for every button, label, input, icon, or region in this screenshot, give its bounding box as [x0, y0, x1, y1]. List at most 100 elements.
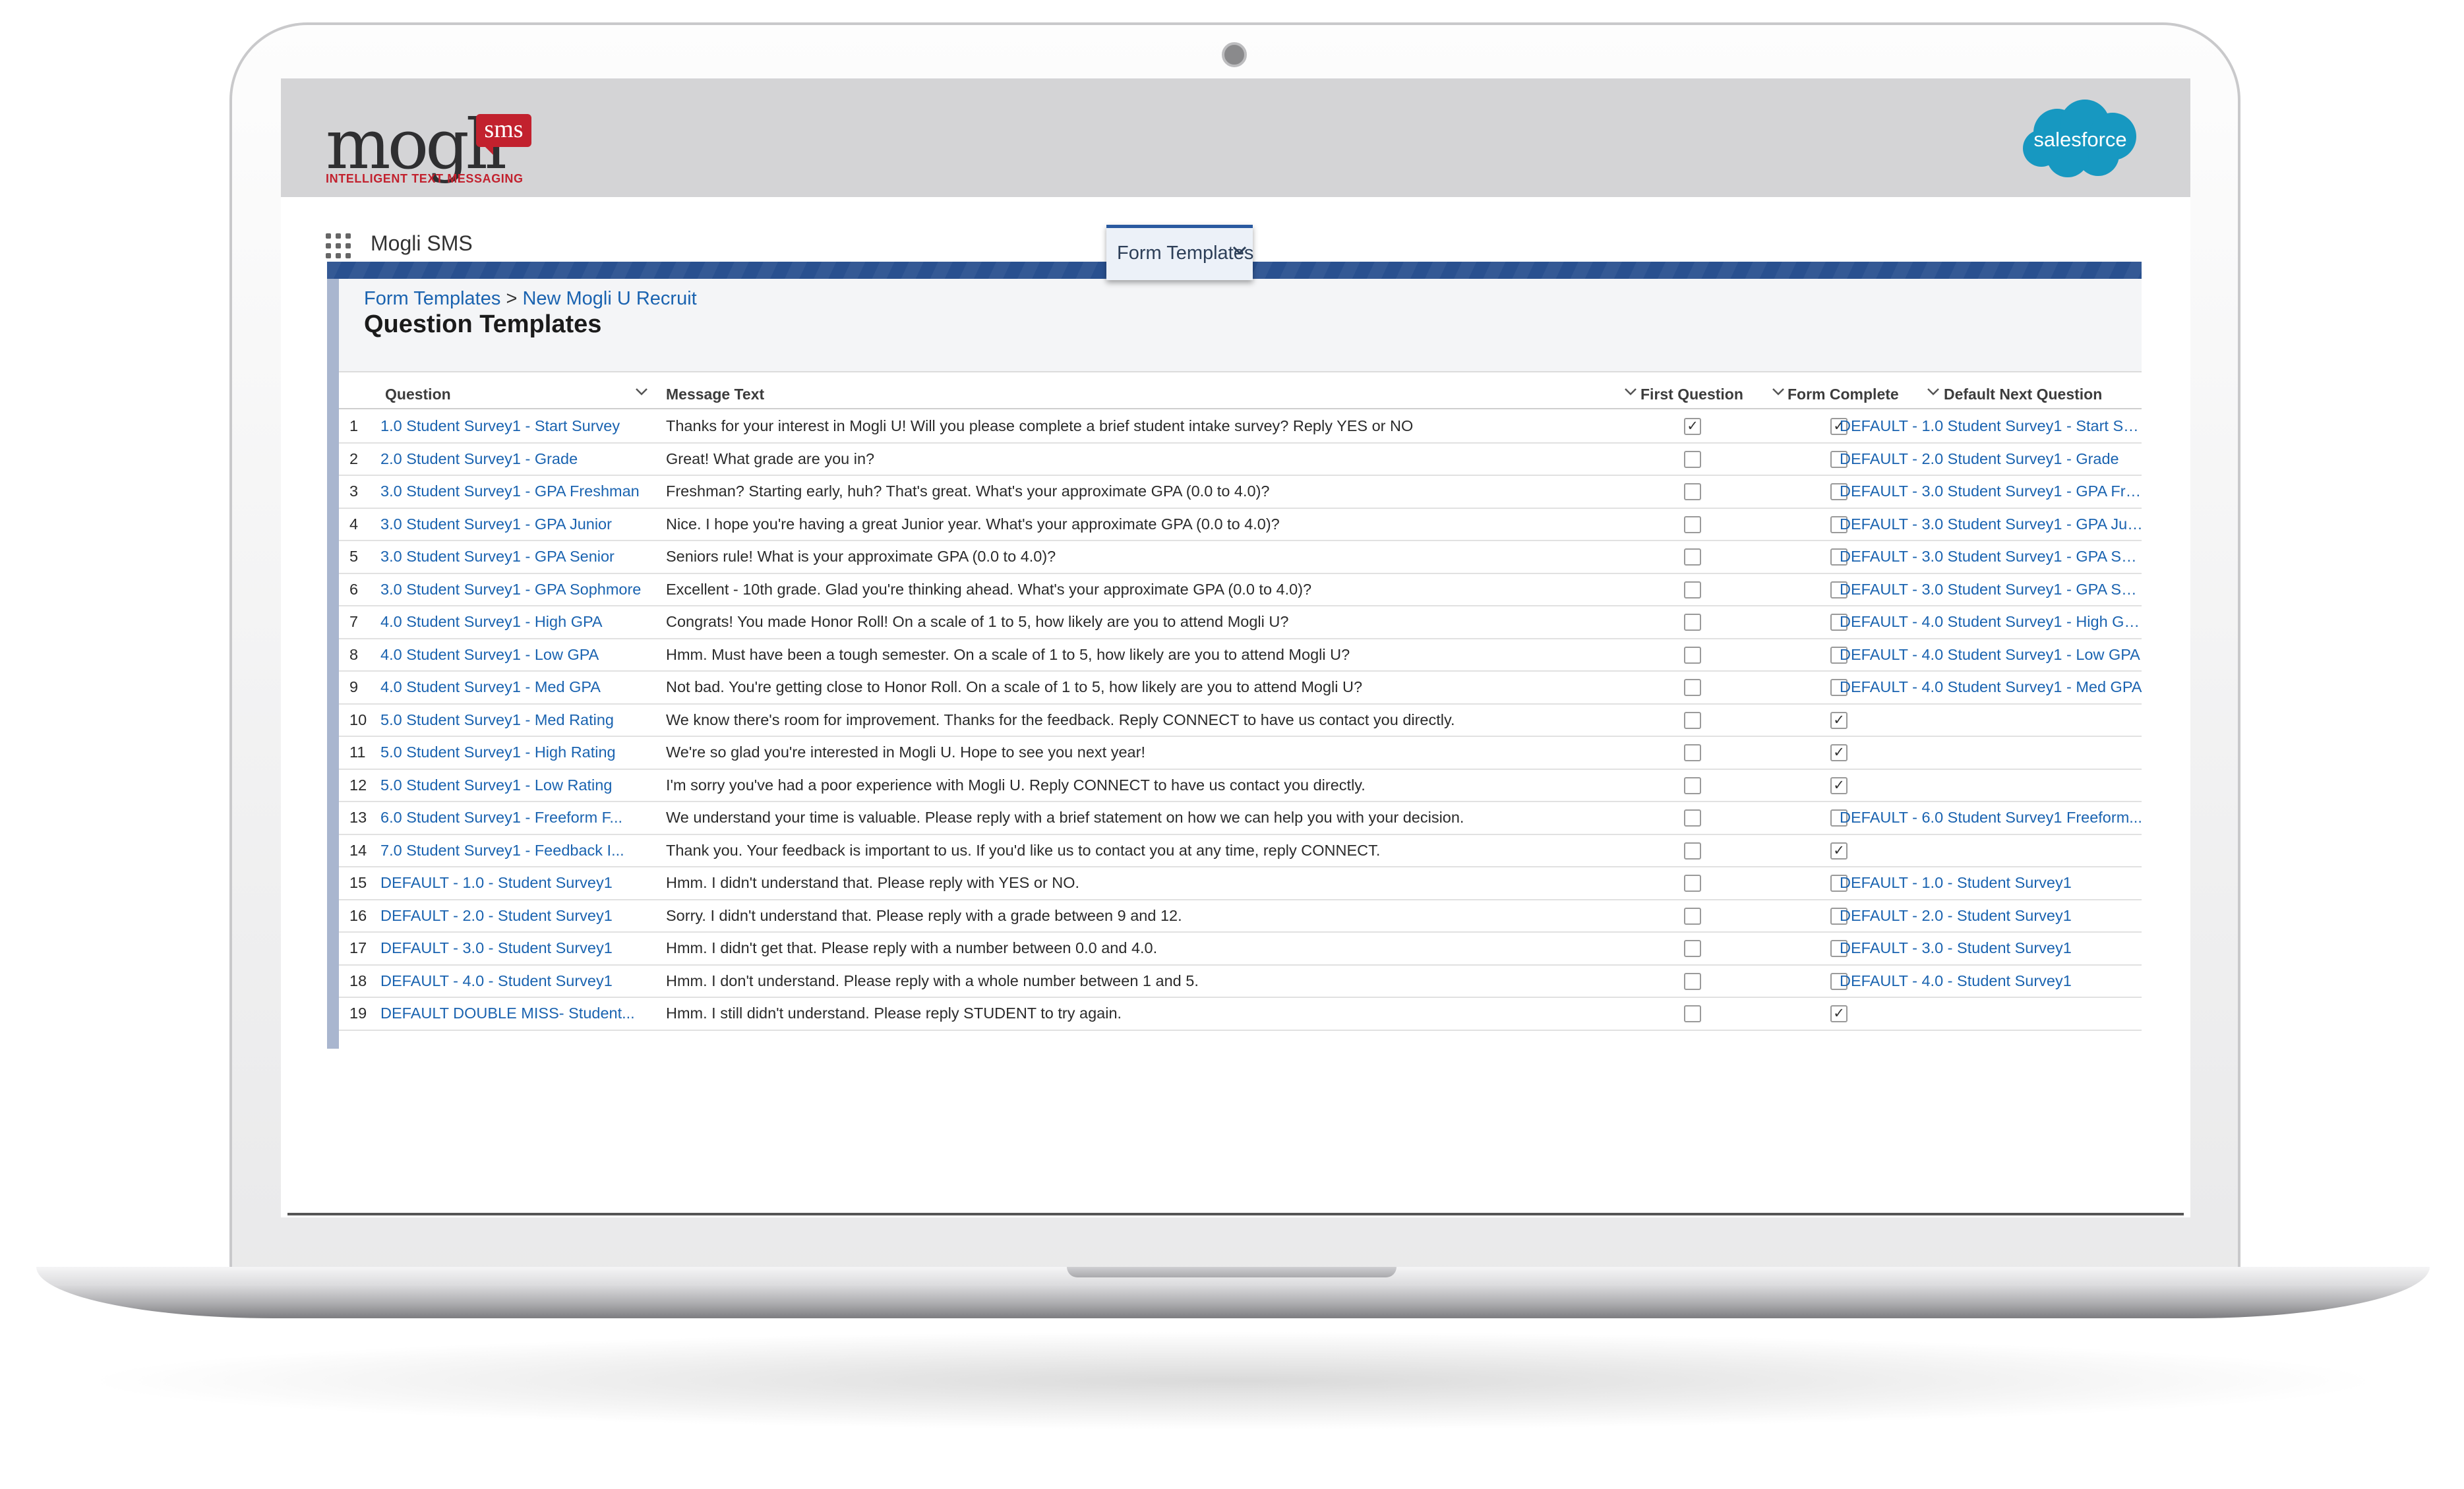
- question-link[interactable]: 7.0 Student Survey1 - Feedback I...: [380, 842, 654, 860]
- default-next-question-link[interactable]: DEFAULT - 4.0 Student Survey1 - Low GPA: [1840, 646, 2143, 664]
- chevron-down-icon[interactable]: [634, 383, 649, 405]
- first-question-checkbox[interactable]: [1684, 907, 1701, 925]
- table-row[interactable]: 16 DEFAULT - 2.0 - Student Survey1 Sorry. …: [339, 899, 2142, 933]
- question-link[interactable]: 5.0 Student Survey1 - Med Rating: [380, 711, 654, 729]
- default-next-question-link[interactable]: DEFAULT - 3.0 - Student Survey1: [1840, 939, 2143, 957]
- question-link[interactable]: 3.0 Student Survey1 - GPA Sophmore: [380, 581, 654, 599]
- row-number: 8: [349, 645, 359, 663]
- first-question-checkbox[interactable]: [1684, 581, 1701, 599]
- page-title: Question Templates: [364, 310, 602, 338]
- row-number: 13: [349, 809, 367, 826]
- message-text: Congrats! You made Honor Roll! On a scal…: [666, 613, 1289, 630]
- default-next-question-link[interactable]: DEFAULT - 3.0 Student Survey1 - GPA Sop.…: [1840, 581, 2143, 599]
- first-question-checkbox[interactable]: [1684, 744, 1701, 761]
- column-header-default-next-question[interactable]: Default Next Question: [1944, 386, 2102, 403]
- table-row[interactable]: 18 DEFAULT - 4.0 - Student Survey1 Hmm. I …: [339, 964, 2143, 998]
- first-question-checkbox[interactable]: [1684, 842, 1701, 860]
- chevron-down-icon[interactable]: [1771, 383, 1786, 405]
- salesforce-wordmark: salesforce: [2033, 128, 2127, 151]
- first-question-checkbox[interactable]: ✓: [1684, 418, 1701, 435]
- first-question-checkbox[interactable]: [1684, 875, 1701, 892]
- table-row[interactable]: 8 4.0 Student Survey1 - Low GPA Hmm. Must …: [339, 638, 2142, 672]
- breadcrumb-form-templates[interactable]: Form Templates: [364, 288, 500, 309]
- row-number: 17: [349, 939, 367, 956]
- table-row[interactable]: 4 3.0 Student Survey1 - GPA Junior Nice. I…: [339, 508, 2143, 541]
- table-row[interactable]: 2 2.0 Student Survey1 - Grade Great! What …: [339, 442, 2143, 476]
- chevron-down-icon[interactable]: [1926, 383, 1940, 405]
- default-next-question-link[interactable]: DEFAULT - 2.0 Student Survey1 - Grade: [1840, 450, 2143, 468]
- table-row[interactable]: 17 DEFAULT - 3.0 - Student Survey1 Hmm. I …: [339, 931, 2142, 966]
- form-complete-checkbox[interactable]: ✓: [1830, 711, 1848, 729]
- tab-form-templates[interactable]: Form Templates: [1106, 225, 1253, 280]
- table-row[interactable]: 6 3.0 Student Survey1 - GPA Sophmore Excel…: [339, 573, 2143, 606]
- table-row[interactable]: 14 7.0 Student Survey1 - Feedback I... Tha…: [339, 834, 2142, 867]
- message-text: Hmm. I didn't get that. Please reply wit…: [666, 939, 1158, 956]
- default-next-question-link[interactable]: DEFAULT - 4.0 Student Survey1 - Med GPA: [1840, 678, 2143, 696]
- first-question-checkbox[interactable]: [1684, 809, 1701, 827]
- question-link[interactable]: 3.0 Student Survey1 - GPA Junior: [380, 515, 654, 533]
- first-question-checkbox[interactable]: [1684, 450, 1701, 468]
- table-row[interactable]: 19 DEFAULT DOUBLE MISS- Student... Hmm. I …: [339, 997, 2142, 1031]
- form-complete-checkbox[interactable]: ✓: [1830, 842, 1848, 860]
- first-question-checkbox[interactable]: [1684, 515, 1701, 533]
- column-header-form-complete[interactable]: Form Complete: [1788, 386, 1899, 403]
- first-question-checkbox[interactable]: [1684, 776, 1701, 794]
- question-link[interactable]: 2.0 Student Survey1 - Grade: [380, 450, 654, 468]
- first-question-checkbox[interactable]: [1684, 679, 1701, 696]
- question-link[interactable]: DEFAULT - 1.0 - Student Survey1: [380, 874, 654, 892]
- default-next-question-link[interactable]: DEFAULT - 3.0 Student Survey1 - GPA Fre.…: [1840, 482, 2143, 500]
- question-link[interactable]: 3.0 Student Survey1 - GPA Senior: [380, 548, 654, 566]
- question-link[interactable]: DEFAULT - 2.0 - Student Survey1: [380, 907, 654, 925]
- first-question-checkbox[interactable]: [1684, 614, 1701, 631]
- default-next-question-link[interactable]: DEFAULT - 1.0 - Student Survey1: [1840, 874, 2143, 892]
- default-next-question-link[interactable]: DEFAULT - 4.0 Student Survey1 - High GPA: [1840, 613, 2143, 631]
- question-link[interactable]: 4.0 Student Survey1 - Low GPA: [380, 646, 654, 664]
- column-header-question[interactable]: Question: [385, 386, 451, 403]
- question-link[interactable]: 4.0 Student Survey1 - High GPA: [380, 613, 654, 631]
- question-link[interactable]: 1.0 Student Survey1 - Start Survey: [380, 417, 654, 435]
- default-next-question-link[interactable]: DEFAULT - 1.0 Student Survey1 - Start Su…: [1840, 417, 2143, 435]
- table-row[interactable]: 12 5.0 Student Survey1 - Low Rating I'm so…: [339, 769, 2142, 802]
- table-row[interactable]: 13 6.0 Student Survey1 - Freeform F... We …: [339, 801, 2142, 835]
- first-question-checkbox[interactable]: [1684, 972, 1701, 990]
- form-complete-checkbox[interactable]: ✓: [1830, 744, 1848, 761]
- table-row[interactable]: 3 3.0 Student Survey1 - GPA Freshman Fresh…: [339, 475, 2143, 509]
- first-question-checkbox[interactable]: [1684, 711, 1701, 729]
- question-link[interactable]: DEFAULT DOUBLE MISS- Student...: [380, 1005, 654, 1022]
- chevron-down-icon[interactable]: [1623, 383, 1638, 405]
- default-next-question-link[interactable]: DEFAULT - 3.0 Student Survey1 - GPA Jun.…: [1840, 515, 2143, 533]
- first-question-checkbox[interactable]: [1684, 940, 1701, 957]
- question-link[interactable]: DEFAULT - 3.0 - Student Survey1: [380, 939, 654, 957]
- question-link[interactable]: 6.0 Student Survey1 - Freeform F...: [380, 809, 654, 827]
- question-link[interactable]: DEFAULT - 4.0 - Student Survey1: [380, 972, 654, 990]
- table-row[interactable]: 15 DEFAULT - 1.0 - Student Survey1 Hmm. I …: [339, 866, 2142, 900]
- form-complete-checkbox[interactable]: ✓: [1830, 1005, 1848, 1022]
- column-header-message-text[interactable]: Message Text: [666, 386, 764, 403]
- table-row[interactable]: 1 1.0 Student Survey1 - Start Survey Thank…: [339, 409, 2143, 444]
- first-question-checkbox[interactable]: [1684, 548, 1701, 566]
- form-complete-checkbox[interactable]: ✓: [1830, 776, 1848, 794]
- table-row[interactable]: 5 3.0 Student Survey1 - GPA Senior Seniors…: [339, 540, 2143, 574]
- default-next-question-link[interactable]: DEFAULT - 4.0 - Student Survey1: [1840, 972, 2143, 990]
- column-header-first-question[interactable]: First Question: [1640, 386, 1743, 403]
- chevron-down-icon[interactable]: [1232, 240, 1247, 264]
- first-question-checkbox[interactable]: [1684, 483, 1701, 500]
- default-next-question-link[interactable]: DEFAULT - 3.0 Student Survey1 - GPA Sen.…: [1840, 548, 2143, 566]
- first-question-checkbox[interactable]: [1684, 1005, 1701, 1022]
- table-row[interactable]: 10 5.0 Student Survey1 - Med Rating We kno…: [339, 703, 2142, 737]
- message-text: Great! What grade are you in?: [666, 450, 875, 467]
- row-number: 11: [349, 744, 366, 761]
- breadcrumb-new-mogli-u-recruit[interactable]: New Mogli U Recruit: [522, 288, 696, 309]
- question-link[interactable]: 5.0 Student Survey1 - Low Rating: [380, 776, 654, 794]
- table-row[interactable]: 11 5.0 Student Survey1 - High Rating We're…: [339, 736, 2142, 770]
- app-launcher-icon[interactable]: [326, 233, 351, 258]
- question-link[interactable]: 5.0 Student Survey1 - High Rating: [380, 744, 654, 761]
- table-row[interactable]: 7 4.0 Student Survey1 - High GPA Congrats!…: [339, 605, 2143, 639]
- question-link[interactable]: 4.0 Student Survey1 - Med GPA: [380, 678, 654, 696]
- first-question-checkbox[interactable]: [1684, 646, 1701, 664]
- message-text: Thank you. Your feedback is important to…: [666, 841, 1381, 859]
- question-link[interactable]: 3.0 Student Survey1 - GPA Freshman: [380, 482, 654, 500]
- default-next-question-link[interactable]: DEFAULT - 2.0 - Student Survey1: [1840, 907, 2143, 925]
- table-row[interactable]: 9 4.0 Student Survey1 - Med GPA Not bad. Y…: [339, 670, 2142, 705]
- default-next-question-link[interactable]: DEFAULT - 6.0 Student Survey1 Freeform..…: [1840, 809, 2143, 827]
